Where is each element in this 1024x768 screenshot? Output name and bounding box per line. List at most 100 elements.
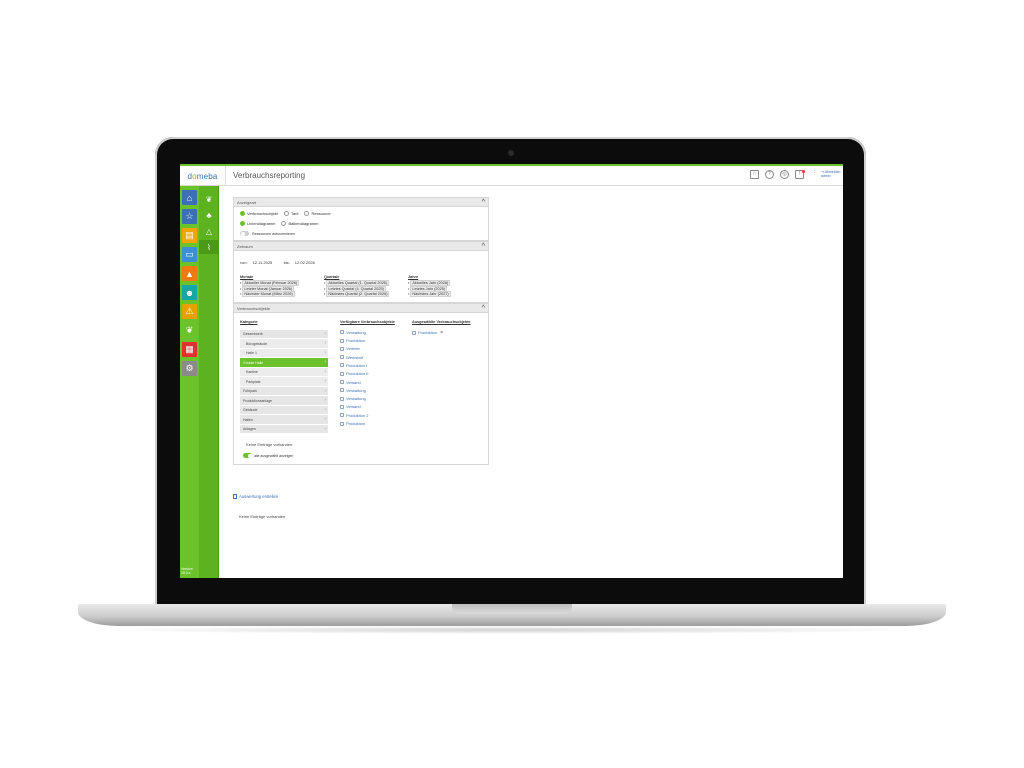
category-label: Parkplatz — [246, 379, 261, 384]
logout-button[interactable]: ⇥ Abmelden admin — [821, 170, 841, 178]
available-object-item[interactable]: Produktion I — [340, 363, 400, 368]
chevron-right-icon: › — [324, 416, 326, 423]
chevron-up-icon[interactable]: ^ — [482, 198, 485, 207]
category-item[interactable]: Produktionsanlage › — [240, 396, 328, 406]
date-preset-item[interactable]: Nächstes Jahr (2027) — [408, 291, 478, 298]
category-item[interactable]: Gebäude › — [240, 405, 328, 416]
object-label: Produktion I — [346, 362, 368, 368]
top-bar: d o meba Verbrauchsreporting ☆ ? ◎ ! ⋮ ⇥ A… — [180, 164, 843, 186]
category-item[interactable]: Bürogebäude › — [240, 339, 328, 349]
show-all-selected-toggle[interactable] — [243, 453, 252, 459]
radio-dot[interactable] — [283, 211, 289, 216]
radio-dot[interactable] — [240, 221, 245, 226]
date-preset-item[interactable]: Aktuelles Jahr (2026) — [408, 280, 478, 286]
object-type-radio[interactable]: Tarif — [283, 211, 298, 216]
available-object-item[interactable]: Produktion II — [340, 371, 400, 376]
laptop-shadow — [90, 626, 934, 634]
category-item[interactable]: Gesamtwerk › — [240, 329, 328, 340]
chevron-up-icon[interactable]: ^ — [482, 304, 485, 313]
bell-icon[interactable]: ! — [795, 170, 805, 179]
aufsummieren-toggle[interactable] — [240, 231, 249, 236]
date-from-field[interactable]: 12.11.2025 — [253, 260, 279, 265]
panel-header[interactable]: Anzeigeart ^ — [234, 198, 488, 207]
object-label: Verwaltung — [346, 396, 366, 402]
category-item[interactable]: Grosse Halle › — [240, 358, 328, 368]
laptop-camera — [508, 150, 514, 156]
star-icon[interactable]: ☆ — [750, 170, 759, 179]
star-icon[interactable]: ☆ — [182, 209, 197, 224]
chevron-right-icon: › — [324, 359, 326, 366]
selected-objects-list: Ausgewählte Verbrauchsobjekte Produktion… — [412, 320, 482, 435]
person-icon[interactable]: ☻ — [182, 285, 197, 300]
selected-object-item[interactable]: Produktion × — [412, 330, 482, 336]
chart-type-radio[interactable]: Liniendiagramm — [240, 221, 275, 226]
document-icon[interactable]: ▤ — [182, 228, 197, 243]
date-preset-item[interactable]: Letzter Monat (Januar 2026) — [240, 285, 310, 292]
available-object-item[interactable]: Werkstatt — [340, 355, 400, 360]
version-info: Version 15.0.x — [181, 567, 193, 575]
more-icon[interactable]: ⋮ — [810, 170, 819, 179]
chevron-right-icon: › — [324, 340, 326, 347]
available-object-item[interactable]: Verwaltung — [340, 388, 400, 393]
radio-dot[interactable] — [240, 211, 245, 216]
logo[interactable]: d o meba — [180, 166, 226, 186]
radio-label: Balkendiagramm — [288, 221, 319, 226]
object-icon — [340, 363, 344, 368]
chevron-up-icon[interactable]: ^ — [482, 242, 485, 251]
date-preset-item[interactable]: Aktuelles Quartal (1. Quartal 2026) — [324, 280, 394, 286]
report-icon[interactable]: ▦ — [182, 342, 197, 357]
show-all-selected-toggle-row[interactable]: alle ausgewählt anzeigen — [243, 453, 482, 459]
available-object-item[interactable]: Produktion — [340, 421, 400, 426]
triangle-icon[interactable]: △ — [199, 224, 219, 238]
home-icon[interactable]: ⌂ — [182, 190, 197, 205]
remove-icon[interactable]: × — [440, 330, 443, 336]
radio-dot[interactable] — [281, 221, 287, 226]
date-preset-item[interactable]: Nächster Monat (März 2026) — [240, 291, 310, 298]
category-item[interactable]: Anlagen › — [240, 424, 328, 435]
chevron-right-icon: › — [324, 425, 326, 432]
help-icon[interactable]: ? — [765, 170, 774, 179]
create-report-link[interactable]: Auswertung erstellen — [233, 494, 278, 499]
date-preset-item[interactable]: Nächstes Quartal (2. Quartal 2026) — [324, 291, 394, 298]
object-type-radio[interactable]: Verbrauchsobjekt — [240, 211, 278, 216]
available-object-item[interactable]: Vertrieb — [340, 346, 400, 351]
laptop-notch — [452, 604, 572, 614]
available-object-item[interactable]: Versand — [340, 380, 400, 385]
radio-dot[interactable] — [304, 211, 310, 216]
available-object-item[interactable]: Produktion 2 — [340, 413, 400, 418]
chart-icon[interactable]: ⌇ — [199, 240, 219, 254]
date-preset-item[interactable]: Aktueller Monat (Februar 2026) — [240, 280, 310, 286]
people-icon[interactable]: ♣ — [199, 208, 219, 222]
leaf-sub-icon[interactable]: ❦ — [199, 192, 219, 206]
radio-label: Ressource — [311, 211, 331, 216]
panel-header[interactable]: Verbrauchsobjekte ^ — [234, 303, 488, 313]
graduation-icon[interactable]: ▲ — [182, 266, 197, 281]
category-item[interactable]: Kantine › — [240, 367, 328, 378]
category-item[interactable]: Parkplatz › — [240, 377, 328, 387]
laptop-icon[interactable]: ▭ — [182, 247, 197, 262]
category-item[interactable]: Hallen › — [240, 415, 328, 425]
main-nav-rail: ⌂ ☆ ▤ ▭ ▲ ☻ ⚠ ❦ ▦ ⚙ Version 15.0.x — [180, 186, 199, 578]
leaf-icon[interactable]: ❦ — [182, 323, 197, 338]
date-preset-item[interactable]: Letztes Quartal (4. Quartal 2025) — [324, 285, 394, 292]
available-object-item[interactable]: Verwaltung — [340, 396, 400, 401]
radio-label: Liniendiagramm — [247, 221, 276, 226]
available-objects-list: Verfügbare Verbrauchsobjekte Verwaltung P… — [340, 320, 400, 435]
chevron-right-icon: › — [324, 330, 326, 337]
panel-header[interactable]: Zeitraum ^ — [234, 242, 488, 251]
available-object-item[interactable]: Produktion — [340, 338, 400, 343]
available-object-item[interactable]: Verwaltung — [340, 330, 400, 335]
object-type-radio[interactable]: Ressource — [304, 211, 331, 216]
date-preset-item[interactable]: Letztes Jahr (2025) — [408, 285, 478, 292]
aufsummieren-toggle-row[interactable]: Ressourcen aufsummieren — [240, 231, 482, 236]
support-icon[interactable]: ◎ — [780, 170, 789, 179]
settings-icon[interactable]: ⚙ — [182, 361, 197, 376]
date-to-field[interactable]: 12.02.2026 — [295, 260, 321, 265]
category-item[interactable]: Halle 1 › — [240, 348, 328, 359]
category-item[interactable]: Fuhrpark › — [240, 386, 328, 397]
warning-icon[interactable]: ⚠ — [182, 304, 197, 319]
available-object-item[interactable]: Versand — [340, 404, 400, 409]
category-label: Gebäude — [243, 408, 258, 413]
object-icon — [340, 421, 344, 426]
chart-type-radio[interactable]: Balkendiagramm — [281, 221, 318, 226]
